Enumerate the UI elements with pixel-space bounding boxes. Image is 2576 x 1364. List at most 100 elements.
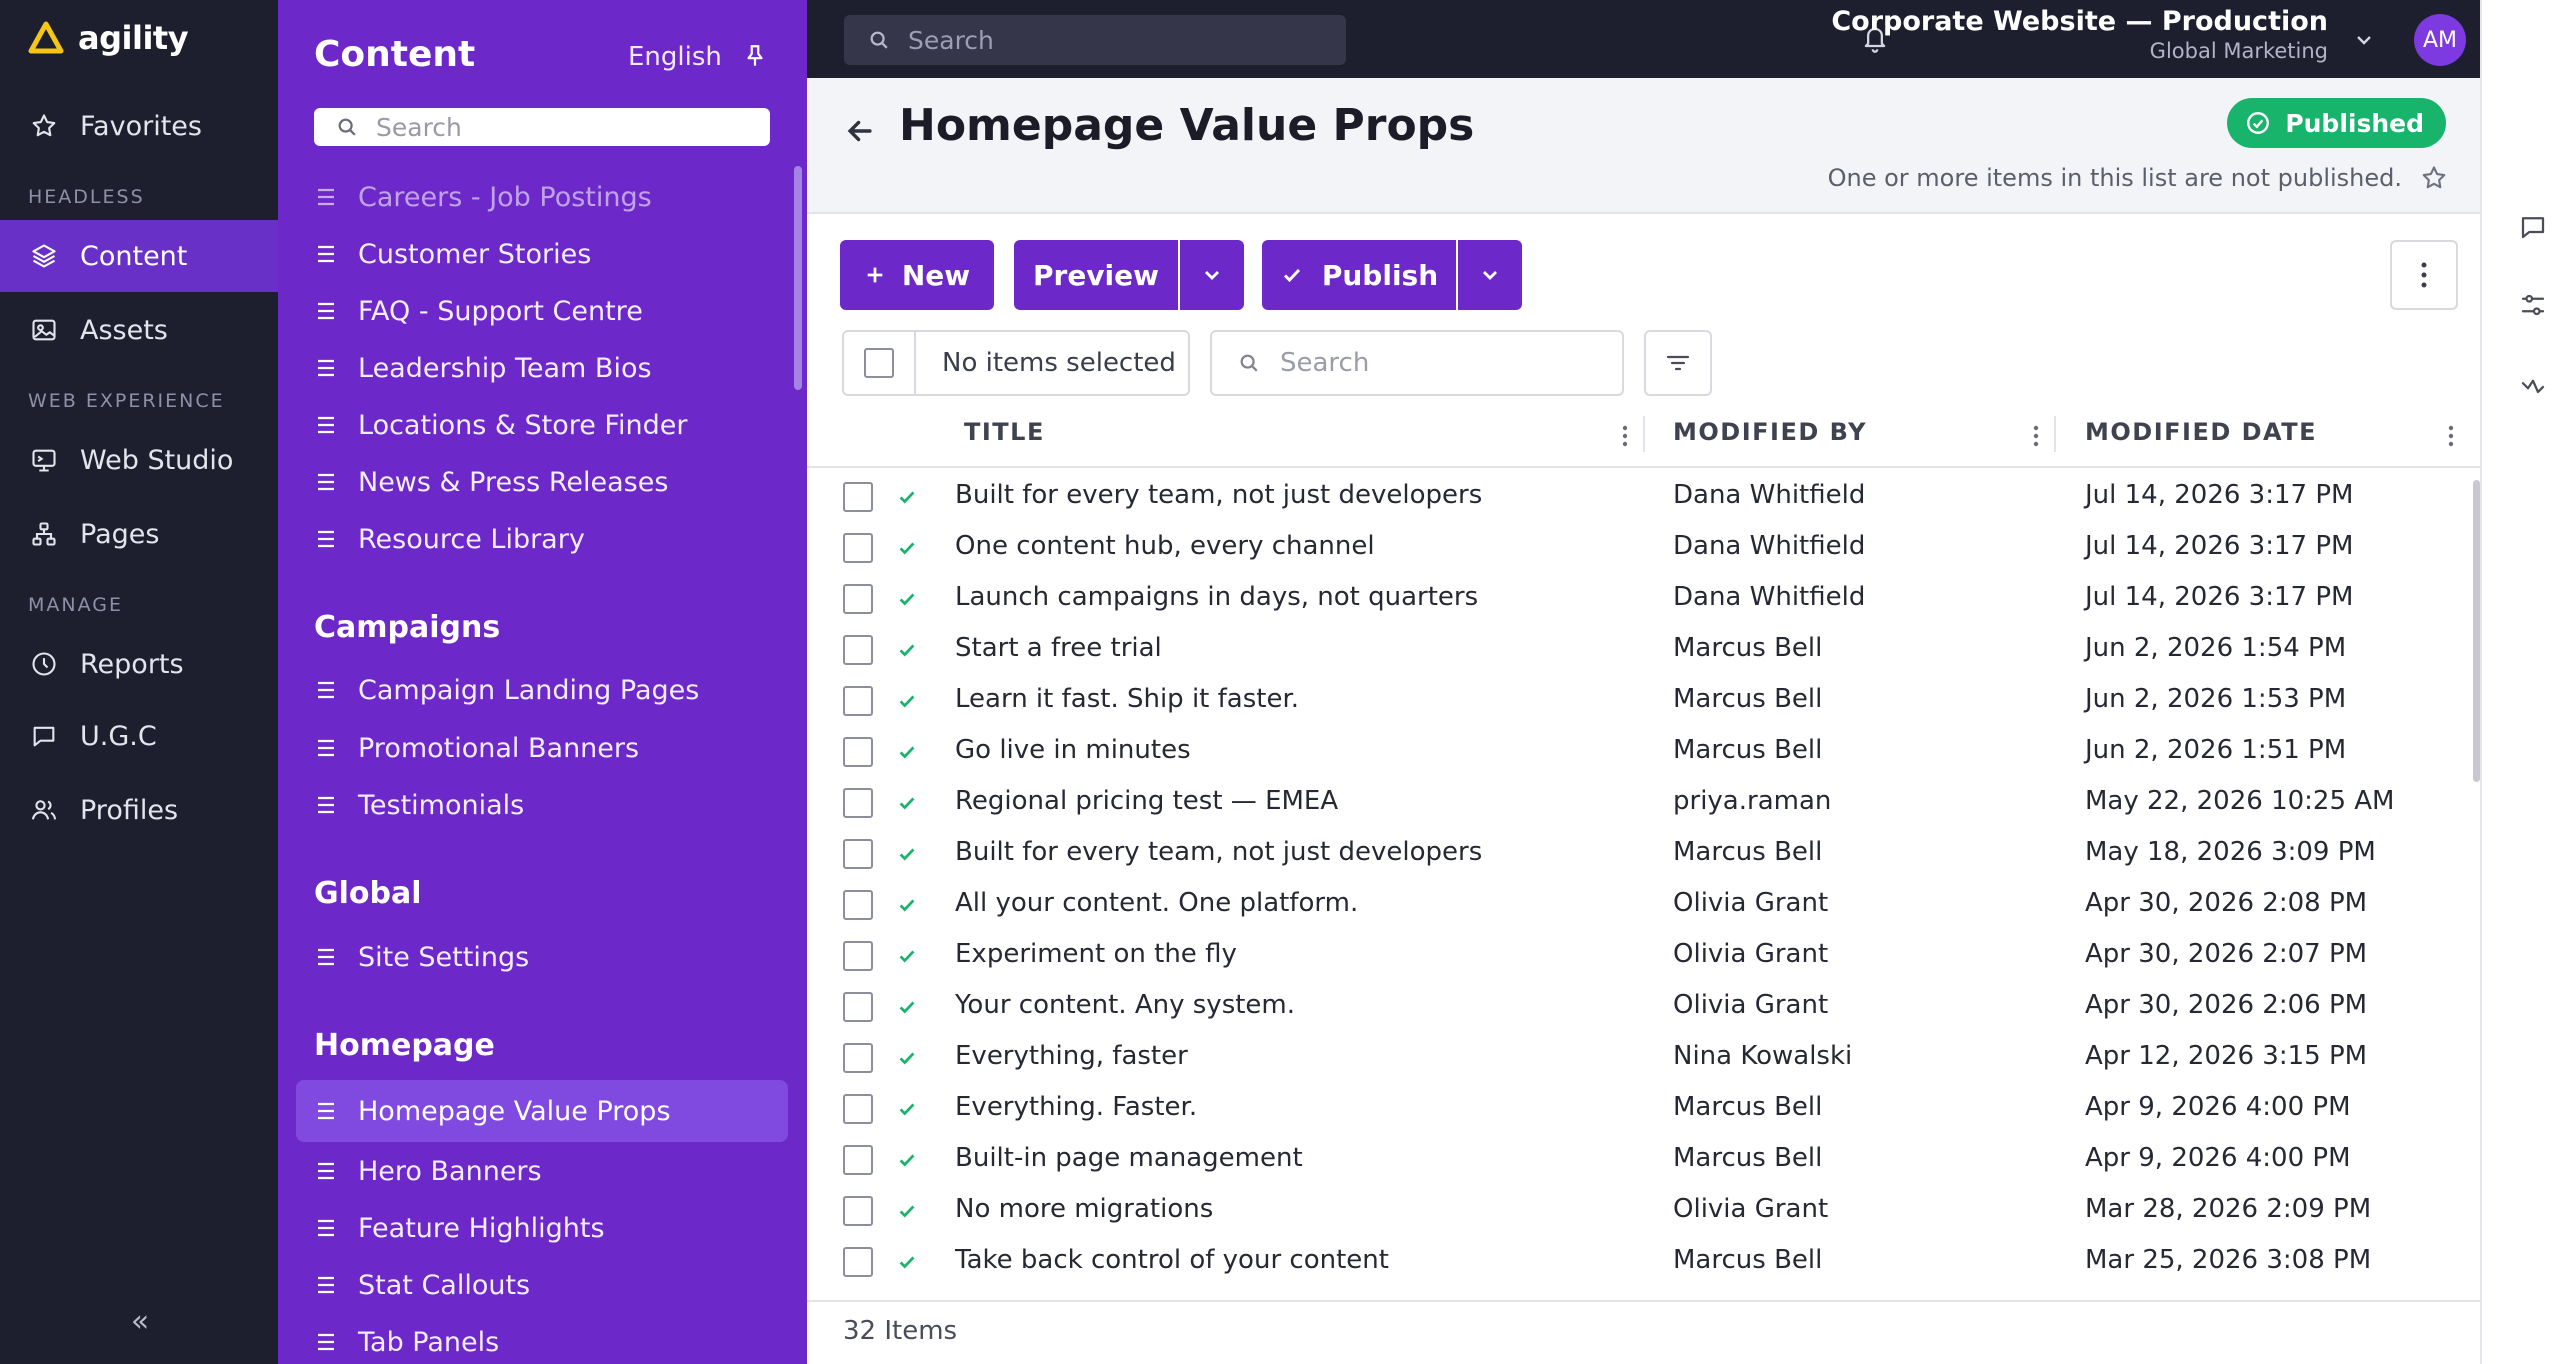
row-checkbox[interactable] [843,941,873,971]
filter-button[interactable] [1644,330,1712,396]
tree-item[interactable]: Locations & Store Finder [314,404,687,446]
row-checkbox[interactable] [843,1145,873,1175]
tree-item[interactable]: Customer Stories [314,233,591,275]
select-all-checkbox[interactable] [864,348,894,378]
column-header-modified-date[interactable]: MODIFIED DATE [2085,418,2317,446]
nav-section-headless: HEADLESS [28,186,145,208]
table-row[interactable]: Go live in minutes Marcus Bell Jun 2, 20… [807,727,2480,778]
table-row[interactable]: Built for every team, not just developer… [807,472,2480,523]
list-search-input[interactable] [1280,348,1610,378]
column-menu-icon[interactable] [2444,422,2458,450]
tree-item[interactable]: Careers - Job Postings [314,176,652,218]
tree-scrollbar[interactable] [794,166,802,390]
column-header-title[interactable]: TITLE [964,418,1045,446]
nav-item-profiles[interactable]: Profiles [0,774,278,846]
tree-item[interactable]: Site Settings [314,936,529,978]
nav-item-favorites[interactable]: Favorites [0,90,278,162]
publish-dropdown-button[interactable] [1458,240,1522,310]
main-nav: agility Favorites HEADLESS Content Asset… [0,0,278,1364]
global-search-input[interactable] [908,25,1328,55]
tree-item[interactable]: Stat Callouts [314,1264,530,1306]
row-checkbox[interactable] [843,788,873,818]
table-row[interactable]: Everything. Faster. Marcus Bell Apr 9, 2… [807,1084,2480,1135]
table-row[interactable]: Built-in page management Marcus Bell Apr… [807,1135,2480,1186]
tree-search[interactable] [314,108,770,146]
nav-item-reports[interactable]: Reports [0,628,278,700]
row-checkbox[interactable] [843,1247,873,1277]
global-search[interactable] [844,15,1346,65]
row-checkbox[interactable] [843,584,873,614]
row-checkbox[interactable] [843,839,873,869]
preview-dropdown-button[interactable] [1180,240,1244,310]
collapse-nav-icon[interactable]: « [124,1306,156,1338]
table-row[interactable]: One content hub, every channel Dana Whit… [807,523,2480,574]
list-icon [318,359,334,377]
tree-item[interactable]: Hero Banners [314,1150,542,1192]
back-arrow-icon[interactable] [843,114,877,148]
table-scrollbar[interactable] [2473,480,2480,782]
row-checkbox[interactable] [843,737,873,767]
language-selector[interactable]: English [628,42,722,72]
table-row[interactable]: Your content. Any system. Olivia Grant A… [807,982,2480,1033]
preview-button[interactable]: Preview [1014,240,1178,310]
new-button[interactable]: New [840,240,994,310]
row-checkbox[interactable] [843,1043,873,1073]
tree-item[interactable]: Testimonials [314,784,524,826]
row-checkbox[interactable] [843,890,873,920]
table-row[interactable]: Built for every team, not just developer… [807,829,2480,880]
tree-item[interactable]: FAQ - Support Centre [314,290,643,332]
more-actions-button[interactable] [2390,240,2458,310]
row-checkbox[interactable] [843,533,873,563]
tree-group-homepage[interactable]: Homepage [314,1028,495,1063]
table-row[interactable]: Experiment on the fly Olivia Grant Apr 3… [807,931,2480,982]
user-avatar[interactable]: AM [2414,14,2466,66]
column-menu-icon[interactable] [1618,422,1632,450]
table-row[interactable]: Everything, faster Nina Kowalski Apr 12,… [807,1033,2480,1084]
workflow-icon[interactable] [2518,372,2548,402]
brand-logo[interactable]: agility [28,18,189,58]
tree-search-input[interactable] [376,112,756,142]
table-row[interactable]: Take back control of your content Marcus… [807,1237,2480,1288]
chevron-down-icon[interactable] [2352,28,2376,52]
tree-item[interactable]: Tab Panels [314,1321,499,1363]
tree-group-global[interactable]: Global [314,876,422,911]
table-row[interactable]: All your content. One platform. Olivia G… [807,880,2480,931]
tree-item-selected[interactable]: Homepage Value Props [296,1080,788,1142]
column-divider[interactable] [2054,416,2056,452]
nav-item-web-studio[interactable]: Web Studio [0,424,278,496]
row-checkbox[interactable] [843,992,873,1022]
table-row[interactable]: Start a free trial Marcus Bell Jun 2, 20… [807,625,2480,676]
pin-icon[interactable] [742,42,768,70]
row-checkbox[interactable] [843,635,873,665]
column-header-modified-by[interactable]: MODIFIED BY [1673,418,1867,446]
tree-item[interactable]: Leadership Team Bios [314,347,652,389]
settings-sliders-icon[interactable] [2518,290,2548,320]
tree-item[interactable]: Promotional Banners [314,727,639,769]
site-switcher[interactable]: Corporate Website — Production Global Ma… [1831,6,2328,63]
row-checkbox[interactable] [843,482,873,512]
nav-item-content[interactable]: Content [0,220,278,292]
column-menu-icon[interactable] [2029,422,2043,450]
nav-item-pages[interactable]: Pages [0,498,278,570]
row-checkbox[interactable] [843,686,873,716]
row-checkbox[interactable] [843,1094,873,1124]
table-row[interactable]: Learn it fast. Ship it faster. Marcus Be… [807,676,2480,727]
cell-title: One content hub, every channel [955,531,1375,561]
table-row[interactable]: Launch campaigns in days, not quarters D… [807,574,2480,625]
tree-item[interactable]: Campaign Landing Pages [314,669,699,711]
row-checkbox[interactable] [843,1196,873,1226]
star-icon[interactable] [2420,164,2448,192]
list-search[interactable] [1210,330,1624,396]
tree-item[interactable]: Feature Highlights [314,1207,605,1249]
comments-icon[interactable] [2518,212,2548,242]
publish-button[interactable]: Publish [1262,240,1456,310]
tree-item[interactable]: Resource Library [314,518,585,560]
table-row[interactable]: No more migrations Olivia Grant Mar 28, … [807,1186,2480,1237]
nav-label: Content [80,240,188,272]
tree-group-campaigns[interactable]: Campaigns [314,610,500,645]
column-divider[interactable] [1643,416,1645,452]
nav-item-ugc[interactable]: U.G.C [0,700,278,772]
tree-item[interactable]: News & Press Releases [314,461,668,503]
nav-item-assets[interactable]: Assets [0,294,278,366]
table-row[interactable]: Regional pricing test — EMEA priya.raman… [807,778,2480,829]
